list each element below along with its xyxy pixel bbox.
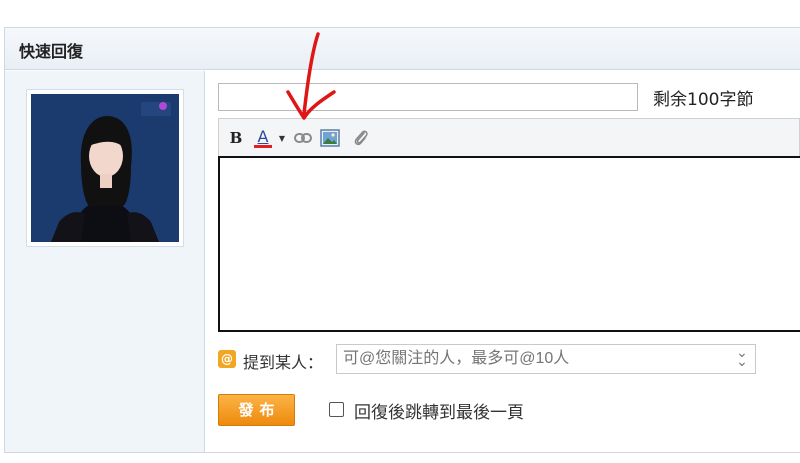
mention-label: 提到某人： bbox=[243, 353, 324, 372]
jump-to-last-page-label: 回復後跳轉到最後一頁 bbox=[354, 403, 524, 423]
avatar[interactable] bbox=[31, 94, 179, 242]
remaining-bytes: 剩余100字節 bbox=[653, 90, 754, 110]
image-icon[interactable] bbox=[319, 127, 341, 149]
bold-icon[interactable]: B bbox=[228, 127, 244, 149]
link-icon[interactable] bbox=[293, 127, 313, 149]
user-column bbox=[5, 71, 205, 452]
font-color-bar bbox=[254, 144, 272, 148]
submit-button[interactable]: 發布 bbox=[218, 394, 295, 426]
message-editor[interactable] bbox=[218, 156, 800, 332]
mention-icon: @ bbox=[218, 350, 236, 368]
font-color-icon[interactable]: A bbox=[252, 127, 274, 149]
avatar-frame[interactable] bbox=[26, 89, 184, 247]
mention-input[interactable] bbox=[336, 344, 756, 374]
panel-header: 快速回復 bbox=[5, 28, 800, 70]
mention-row: @ 提到某人： ⌄⌄ bbox=[218, 343, 778, 374]
red-arrow-annotation bbox=[286, 32, 336, 120]
dropdown-caret-icon[interactable]: ▼ bbox=[277, 127, 287, 149]
font-color-label: A bbox=[257, 126, 269, 146]
attachment-icon[interactable] bbox=[351, 127, 371, 149]
panel-title: 快速回復 bbox=[19, 42, 84, 61]
chevron-down-icon[interactable]: ⌄ ⌄ bbox=[734, 346, 750, 369]
jump-to-last-page-checkbox[interactable] bbox=[329, 402, 344, 417]
avatar-image bbox=[31, 94, 179, 242]
